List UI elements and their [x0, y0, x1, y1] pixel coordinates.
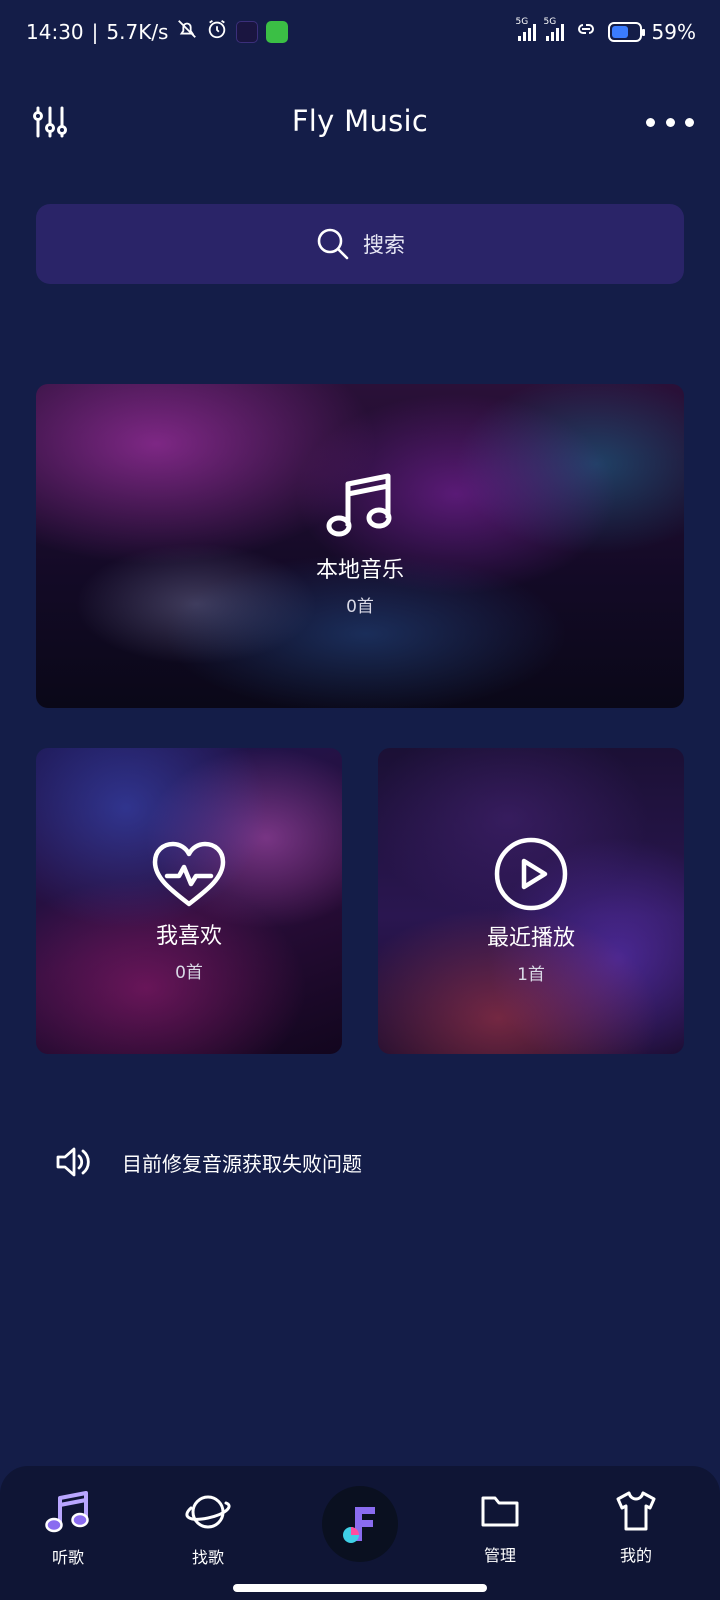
battery-level: 59% [651, 19, 696, 44]
favorites-count: 0首 [175, 963, 203, 983]
fly-music-notification-icon [236, 20, 259, 43]
recent-played-title: 最近播放 [486, 926, 575, 951]
local-music-title: 本地音乐 [315, 558, 404, 583]
planet-icon [185, 1495, 231, 1529]
nav-center-logo-button[interactable] [322, 1486, 398, 1562]
local-music-content: 本地音乐 0首 [36, 468, 684, 617]
search-placeholder: 搜索 [363, 233, 405, 257]
header: Fly Music [0, 88, 720, 158]
battery-icon [607, 21, 645, 42]
signal-2-icon: 5G [544, 17, 564, 41]
bottom-navigation: 听歌 找歌 管理 我的 [0, 1466, 720, 1600]
app-logo-icon [343, 1507, 375, 1543]
app-notification-icon [266, 20, 289, 43]
notice-text: 目前修复音源获取失败问题 [122, 1151, 362, 1176]
more-dot-icon [646, 117, 655, 127]
link-icon [574, 18, 598, 45]
nav-label-discover: 找歌 [191, 1548, 224, 1567]
nav-item-listen[interactable]: 听歌 [18, 1488, 118, 1568]
fly-music-home: 14:30 | 5.7K/s 5G 5G 59% Fly Music 搜索 本地… [0, 0, 720, 1600]
nav-label-listen: 听歌 [51, 1548, 84, 1567]
nav-label-manage: 管理 [483, 1546, 516, 1565]
alarm-icon [206, 18, 228, 45]
more-dot-icon [665, 117, 675, 127]
favorites-card[interactable]: 我喜欢 0首 [36, 748, 342, 1054]
status-network-speed: 5.7K/s [106, 19, 169, 44]
status-bar: 14:30 | 5.7K/s 5G 5G 59% [0, 0, 720, 64]
favorites-title: 我喜欢 [155, 924, 222, 949]
more-options-button[interactable] [646, 102, 694, 142]
shirt-icon [616, 1491, 656, 1531]
home-indicator[interactable] [233, 1584, 487, 1592]
nav-item-profile[interactable]: 我的 [586, 1488, 686, 1566]
status-right: 5G 5G 59% [516, 17, 696, 45]
speaker-icon [56, 1147, 90, 1177]
folder-icon [481, 1496, 519, 1527]
nav-label-profile: 我的 [619, 1546, 652, 1565]
heart-pulse-icon [152, 841, 226, 907]
recent-played-count: 1首 [517, 965, 545, 985]
search-bar[interactable]: 搜索 [36, 204, 684, 284]
search-icon [317, 228, 349, 260]
status-divider: | [91, 19, 99, 44]
page-title: Fly Music [291, 104, 429, 138]
recent-played-card[interactable]: 最近播放 1首 [378, 748, 684, 1054]
more-dot-icon [685, 117, 694, 127]
recent-played-content: 最近播放 1首 [378, 836, 684, 985]
signal-1-icon: 5G [516, 17, 536, 41]
local-music-card[interactable]: 本地音乐 0首 [36, 384, 684, 708]
notice-banner[interactable]: 目前修复音源获取失败问题 [54, 1142, 362, 1182]
music-note-icon [326, 473, 392, 537]
favorites-content: 我喜欢 0首 [36, 840, 342, 983]
music-note-icon [45, 1491, 89, 1533]
local-music-count: 0首 [346, 597, 374, 617]
status-left: 14:30 | 5.7K/s [26, 18, 289, 45]
status-time: 14:30 [26, 19, 84, 44]
nav-item-manage[interactable]: 管理 [450, 1488, 550, 1566]
play-circle-icon [494, 837, 568, 911]
mute-icon [176, 18, 198, 45]
nav-item-discover[interactable]: 找歌 [158, 1488, 258, 1568]
